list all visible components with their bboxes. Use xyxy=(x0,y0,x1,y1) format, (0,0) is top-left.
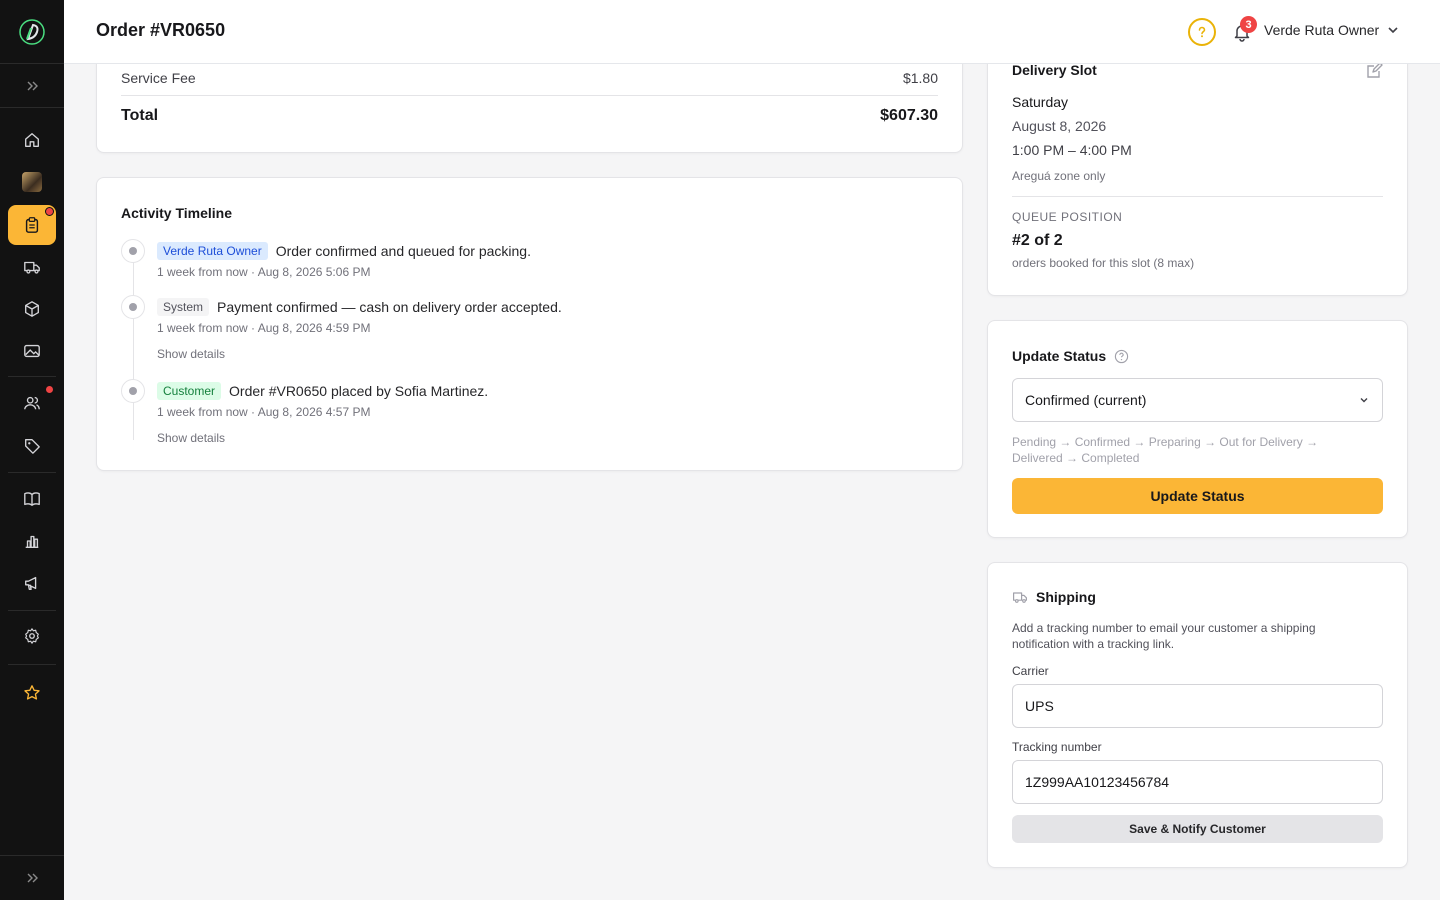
truck-icon xyxy=(1013,592,1027,603)
actor-badge: Customer xyxy=(157,382,222,400)
orders-badge xyxy=(45,207,54,216)
status-select-value: Confirmed (current) xyxy=(1025,392,1147,408)
logo-icon xyxy=(19,18,45,45)
sidebar-expand-button[interactable] xyxy=(0,64,64,108)
edit-icon[interactable] xyxy=(1365,62,1383,80)
megaphone-icon xyxy=(25,576,37,590)
gear-icon xyxy=(25,628,39,644)
update-status-button[interactable]: Update Status xyxy=(1012,478,1383,514)
delivery-slot-card: Delivery Slot Saturday August 8, 2026 1:… xyxy=(987,40,1408,296)
brand-logo[interactable] xyxy=(0,0,64,64)
sidebar-item-settings[interactable] xyxy=(8,616,56,656)
user-menu[interactable]: Verde Ruta Owner xyxy=(1264,22,1399,38)
sidebar-divider xyxy=(8,664,56,665)
sidebar-divider xyxy=(8,376,56,377)
totals-divider xyxy=(121,95,938,96)
show-details-link[interactable]: Show details xyxy=(157,347,225,361)
carrier-label: Carrier xyxy=(1012,664,1049,678)
slot-zone: Areguá zone only xyxy=(1012,169,1106,183)
chevron-down-icon xyxy=(1388,27,1398,34)
sidebar xyxy=(0,0,64,900)
delivery-slot-title: Delivery Slot xyxy=(1012,62,1097,78)
sidebar-item-upgrade[interactable] xyxy=(8,673,56,713)
image-icon xyxy=(24,344,40,358)
event-text: Order confirmed and queued for packing. xyxy=(275,243,531,259)
carrier-input[interactable] xyxy=(1012,684,1383,728)
show-details-link[interactable]: Show details xyxy=(157,431,225,445)
sidebar-item-marketing[interactable] xyxy=(8,563,56,603)
update-status-title: Update Status xyxy=(1012,348,1107,364)
sidebar-item-catalog[interactable] xyxy=(8,479,56,519)
sidebar-divider xyxy=(8,472,56,473)
book-icon xyxy=(24,492,40,506)
shipping-card: Shipping Add a tracking number to email … xyxy=(987,562,1408,868)
activity-timeline-card: Activity Timeline Verde Ruta Owner Order… xyxy=(96,177,963,471)
actor-badge: Verde Ruta Owner xyxy=(157,242,268,260)
timeline-line xyxy=(133,250,134,440)
event-meta: 1 week from now · Aug 8, 2026 4:59 PM xyxy=(157,321,371,335)
service-fee-label: Service Fee xyxy=(121,70,196,86)
sidebar-item-discounts[interactable] xyxy=(8,426,56,466)
total-label: Total xyxy=(121,107,159,124)
slot-time: 1:00 PM – 4:00 PM xyxy=(1012,142,1132,158)
queue-position-value: #2 of 2 xyxy=(1012,232,1063,249)
truck-icon xyxy=(24,261,40,274)
sidebar-item-media[interactable] xyxy=(8,331,56,371)
sidebar-item-delivery[interactable] xyxy=(8,247,56,287)
tracking-number-input[interactable] xyxy=(1012,760,1383,804)
status-select[interactable]: Confirmed (current) xyxy=(1012,378,1383,422)
save-notify-button[interactable]: Save & Notify Customer xyxy=(1012,815,1383,843)
orders-icon xyxy=(25,217,39,233)
sidebar-item-analytics[interactable] xyxy=(8,521,56,561)
update-status-heading: Update Status xyxy=(1012,348,1129,364)
status-flow-hint: Pending → Confirmed → Preparing → Out fo… xyxy=(1012,435,1319,465)
chevron-down-icon xyxy=(1360,398,1368,403)
queue-position-label: QUEUE POSITION xyxy=(1012,210,1123,224)
customers-badge xyxy=(45,385,54,394)
event-text: Order #VR0650 placed by Sofia Martinez. xyxy=(229,383,489,399)
slot-divider xyxy=(1012,196,1383,197)
chevrons-right-icon xyxy=(27,873,38,883)
sidebar-divider xyxy=(8,610,56,611)
timeline-node xyxy=(121,239,145,263)
box-icon xyxy=(25,301,39,317)
store-thumbnail xyxy=(22,172,42,192)
timeline-node xyxy=(121,379,145,403)
sidebar-collapse-button[interactable] xyxy=(0,855,64,900)
update-status-card: Update Status Confirmed (current) Pendin… xyxy=(987,320,1408,538)
total-row: Total $607.30 xyxy=(121,107,938,125)
sidebar-item-products[interactable] xyxy=(8,289,56,329)
sidebar-item-store[interactable] xyxy=(8,162,56,202)
service-fee-row: Service Fee $1.80 xyxy=(121,70,938,86)
slot-date: August 8, 2026 xyxy=(1012,118,1107,134)
event-meta: 1 week from now · Aug 8, 2026 5:06 PM xyxy=(157,265,371,279)
notification-count-badge: 3 xyxy=(1240,16,1257,33)
help-button[interactable] xyxy=(1188,18,1216,46)
user-name: Verde Ruta Owner xyxy=(1264,22,1380,38)
event-meta: 1 week from now · Aug 8, 2026 4:57 PM xyxy=(157,405,371,419)
shipping-heading: Shipping xyxy=(1012,589,1096,605)
actor-badge: System xyxy=(157,298,210,316)
timeline-title: Activity Timeline xyxy=(121,205,233,221)
service-fee-value: $1.80 xyxy=(902,70,938,86)
chart-icon xyxy=(25,535,39,548)
star-icon xyxy=(24,685,40,700)
home-icon xyxy=(25,133,39,147)
top-header: Order #VR0650 3 Verde Ruta Owner xyxy=(64,0,1440,64)
tracking-number-label: Tracking number xyxy=(1012,740,1102,754)
event-text: Payment confirmed — cash on delivery ord… xyxy=(217,299,562,315)
chevrons-right-icon xyxy=(27,81,38,90)
total-value: $607.30 xyxy=(880,107,938,124)
info-icon[interactable] xyxy=(1114,349,1129,364)
queue-position-caption: orders booked for this slot (8 max) xyxy=(1012,256,1195,270)
page-title: Order #VR0650 xyxy=(96,20,226,40)
sidebar-item-home[interactable] xyxy=(8,120,56,160)
shipping-description: Add a tracking number to email your cust… xyxy=(1012,621,1316,651)
users-icon xyxy=(24,396,40,410)
question-icon xyxy=(1198,26,1206,38)
tag-icon xyxy=(25,439,40,454)
shipping-title: Shipping xyxy=(1036,589,1096,605)
slot-day: Saturday xyxy=(1012,94,1069,110)
timeline-node xyxy=(121,295,145,319)
